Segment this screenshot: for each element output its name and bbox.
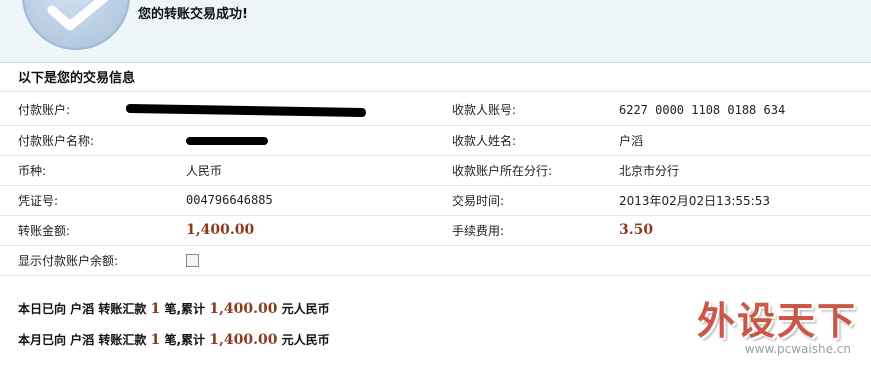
site-watermark: 外设天下 www.pcwaishe.cn	[687, 290, 857, 360]
watermark-logo: 外设天下	[696, 299, 857, 343]
success-banner: 您的转账交易成功!	[0, 0, 871, 63]
show-balance-cell	[168, 245, 434, 276]
fee-label: 手续费用:	[434, 215, 601, 246]
transaction-time-label: 交易时间:	[434, 185, 601, 216]
daily-summary-suffix: 元人民币	[281, 302, 330, 316]
fee-value: 3.50	[601, 215, 871, 246]
daily-summary-total: 1,400.00	[209, 301, 278, 317]
transfer-amount-label: 转账金额:	[0, 215, 168, 246]
table-row: 显示付款账户余额:	[0, 245, 871, 276]
monthly-summary-prefix: 本月已向 户滔 转账汇款	[18, 333, 147, 347]
currency-value: 人民币	[168, 155, 434, 186]
voucher-number-value: 004796646885	[168, 185, 434, 216]
daily-summary: 本日已向 户滔 转账汇款 1 笔,累计 1,400.00 元人民币	[18, 300, 330, 317]
payee-account-label: 收款人账号:	[434, 95, 601, 126]
table-row: 币种: 人民币 收款账户所在分行: 北京市分行	[0, 155, 871, 186]
monthly-summary-suffix: 元人民币	[281, 333, 330, 347]
empty-cell	[434, 245, 601, 276]
payee-name-label: 收款人姓名:	[434, 125, 601, 156]
monthly-summary-count: 1	[150, 332, 161, 348]
payee-name-value: 户滔	[601, 125, 871, 156]
section-title: 以下是您的交易信息	[0, 66, 871, 92]
daily-summary-mid: 笔,累计	[164, 302, 206, 316]
table-row: 凭证号: 004796646885 交易时间: 2013年02月02日13:55…	[0, 185, 871, 216]
show-balance-label: 显示付款账户余额:	[0, 245, 168, 276]
watermark-url: www.pcwaishe.cn	[744, 342, 851, 356]
voucher-number-label: 凭证号:	[0, 185, 168, 216]
show-balance-checkbox[interactable]	[186, 254, 199, 267]
table-row: 转账金额: 1,400.00 手续费用: 3.50	[0, 215, 871, 246]
transaction-time-value: 2013年02月02日13:55:53	[601, 185, 871, 216]
empty-cell	[601, 245, 871, 276]
payee-branch-value: 北京市分行	[601, 155, 871, 186]
currency-label: 币种:	[0, 155, 168, 186]
payer-name-label: 付款账户名称:	[0, 125, 168, 156]
success-message: 您的转账交易成功!	[138, 7, 248, 22]
table-row: 付款账户名称: 收款人姓名: 户滔	[0, 125, 871, 156]
payer-name-value	[168, 125, 434, 156]
daily-summary-count: 1	[150, 301, 161, 317]
transaction-info-table: 付款账户: 收款人账号: 6227 0000 1108 0188 634 付款账…	[0, 95, 871, 276]
payee-account-value: 6227 0000 1108 0188 634	[601, 95, 871, 126]
monthly-summary-total: 1,400.00	[209, 332, 278, 348]
monthly-summary: 本月已向 户滔 转账汇款 1 笔,累计 1,400.00 元人民币	[18, 331, 330, 348]
transfer-amount-value: 1,400.00	[168, 215, 434, 246]
table-row: 付款账户: 收款人账号: 6227 0000 1108 0188 634	[0, 95, 871, 126]
payee-branch-label: 收款账户所在分行:	[434, 155, 601, 186]
daily-summary-prefix: 本日已向 户滔 转账汇款	[18, 302, 147, 316]
payer-account-value	[125, 95, 434, 126]
monthly-summary-mid: 笔,累计	[164, 333, 206, 347]
success-check-icon	[22, 0, 130, 50]
redaction-mark	[186, 136, 268, 145]
